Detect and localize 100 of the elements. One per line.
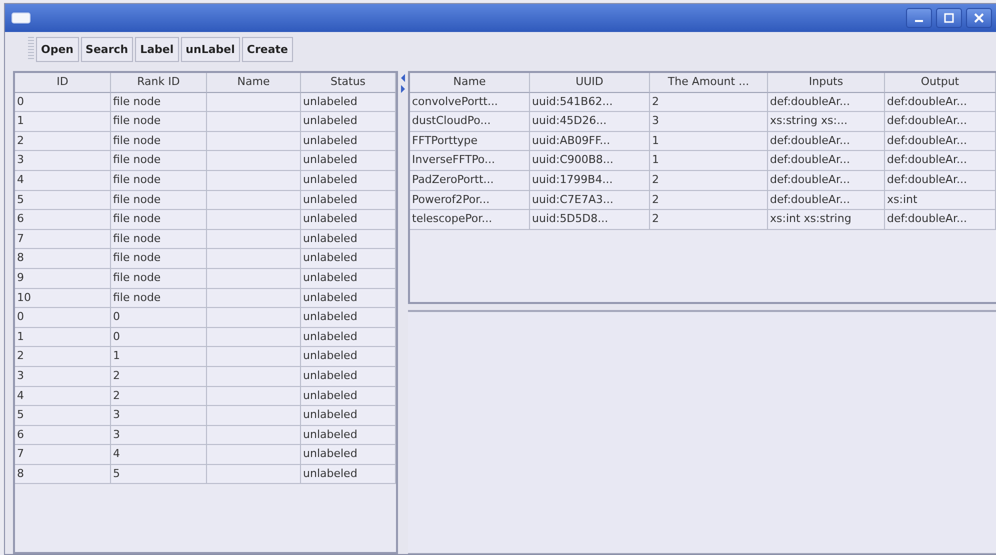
table-cell: unlabeled [301,328,396,348]
column-header[interactable]: UUID [530,73,650,93]
table-cell: 3 [15,151,111,171]
table-cell: 6 [15,210,111,230]
table-cell: Powerof2Por... [410,190,530,210]
table-cell: 9 [15,268,111,289]
table-cell: uuid:45D26... [530,112,650,132]
table-cell: telescopePor... [410,210,530,230]
toolbar-grip[interactable] [28,37,34,61]
maximize-icon [944,13,954,23]
table-cell: 6 [15,426,111,446]
table-cell: 2 [650,92,768,112]
table-cell: 0 [111,328,207,348]
table-cell: def:doubleAr... [885,210,996,230]
table-cell: unlabeled [301,445,396,465]
table-cell: unlabeled [301,464,396,484]
close-button[interactable] [966,8,992,28]
column-header[interactable]: Status [301,73,396,93]
table-cell: def:doubleAr... [885,92,996,112]
table-cell: unlabeled [301,210,396,230]
table-cell: unlabeled [301,268,396,289]
table-cell: 1 [650,151,768,171]
minimize-button[interactable] [906,8,932,28]
table-cell: unlabeled [301,170,396,191]
table-cell: unlabeled [301,366,396,386]
table-cell: 0 [111,308,207,328]
table-cell: file node [111,268,207,289]
table-cell: file node [111,230,207,250]
table-cell: 7 [15,445,111,465]
table-cell: unlabeled [301,386,396,406]
toolbar-button[interactable]: unLabel [180,36,240,62]
column-header[interactable]: Rank ID [111,73,207,93]
table-cell: 3 [15,366,111,386]
table-cell: uuid:1799B4... [530,170,650,191]
maximize-button[interactable] [936,8,962,28]
table-cell: 1 [15,112,111,132]
table-cell: 4 [15,170,111,191]
table-cell: 8 [15,249,111,269]
table-cell: def:doubleAr... [885,170,996,191]
table-cell: 3 [111,426,207,446]
column-header[interactable]: ID [15,73,111,93]
table-cell: 2 [650,170,768,191]
table-cell: PadZeroPortt... [410,170,530,191]
table-cell: file node [111,132,207,152]
column-header[interactable]: Name [207,73,301,93]
close-icon [974,13,984,23]
table-cell: def:doubleAr... [768,170,885,191]
table-cell: unlabeled [301,112,396,132]
table-cell: file node [111,190,207,210]
table-cell: 4 [15,386,111,406]
table-cell: file node [111,170,207,191]
window-menu-icon[interactable] [11,12,31,24]
table-cell: 3 [650,112,768,132]
table-cell: unlabeled [301,190,396,210]
table-cell: 5 [111,464,207,484]
column-header[interactable]: Output [885,73,996,93]
table-cell: 2 [650,190,768,210]
table-cell: 1 [15,328,111,348]
toolbar-button[interactable]: Search [80,36,134,62]
table-cell: xs:int [885,190,996,210]
table-cell: InverseFFTPo... [410,151,530,171]
table-cell: uuid:C900B8... [530,151,650,171]
table-cell: 7 [15,230,111,250]
table-cell: unlabeled [301,132,396,152]
table-cell: file node [111,288,207,308]
table-cell: unlabeled [301,426,396,446]
table-cell: 2 [650,210,768,230]
column-header[interactable]: Name [410,73,530,93]
table-cell: 2 [111,386,207,406]
table-cell: unlabeled [301,151,396,171]
table-cell: def:doubleAr... [768,151,885,171]
toolbar-button[interactable]: Label [135,36,179,62]
column-header[interactable]: The Amount ... [650,73,768,93]
table-cell: 4 [111,445,207,465]
table-cell: unlabeled [301,92,396,112]
table-cell: 8 [15,464,111,484]
table-cell: def:doubleAr... [768,92,885,112]
table-cell: 1 [111,347,207,367]
column-header[interactable]: Inputs [768,73,885,93]
table-cell: dustCloudPo... [410,112,530,132]
table-cell: uuid:AB09FF... [530,132,650,152]
table-cell: def:doubleAr... [768,190,885,210]
table-cell: 5 [15,406,111,426]
table-cell: xs:int xs:string [768,210,885,230]
table-cell: uuid:C7E7A3... [530,190,650,210]
table-cell: def:doubleAr... [885,132,996,152]
toolbar-button[interactable]: Open [36,36,79,62]
table-cell: file node [111,112,207,132]
table-cell: file node [111,210,207,230]
table-cell: convolvePortt... [410,92,530,112]
table-cell: unlabeled [301,230,396,250]
table-cell: file node [111,151,207,171]
table-cell: 0 [15,92,111,112]
table-cell: unlabeled [301,249,396,269]
collapse-arrows-icon[interactable] [400,73,406,95]
table-cell: 10 [15,288,111,308]
table-cell: file node [111,249,207,269]
toolbar-button[interactable]: Create [242,36,293,62]
table-cell: 5 [15,190,111,210]
table-cell: unlabeled [301,347,396,367]
